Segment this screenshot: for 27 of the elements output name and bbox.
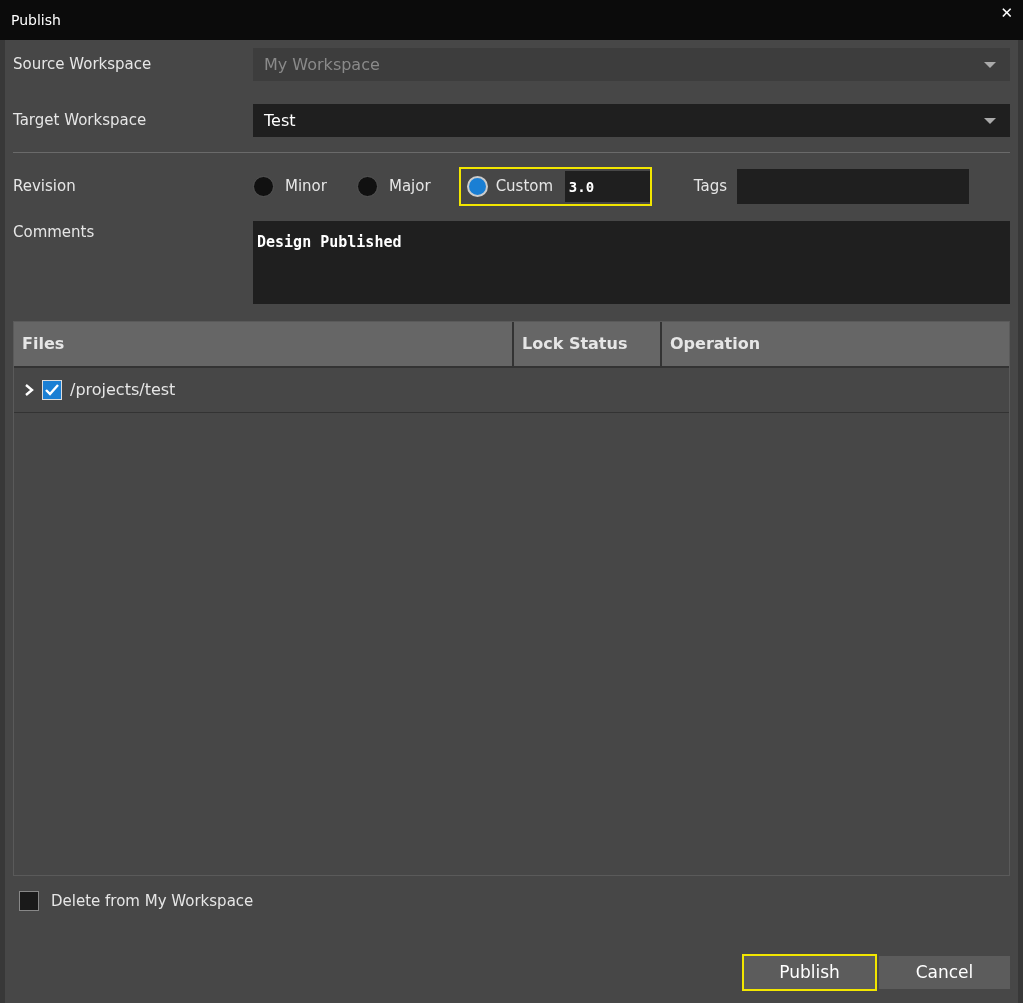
revision-field[interactable]: 3.0 (564, 171, 650, 202)
checkbox-label[interactable]: Delete from My Workspace (51, 889, 254, 912)
field-label: Source Workspace (13, 54, 153, 76)
radio-button[interactable] (253, 176, 274, 197)
radio-button[interactable] (356, 176, 378, 197)
chevron-icon[interactable] (24, 384, 34, 396)
caret-icon (984, 117, 996, 124)
caret-icon (984, 61, 996, 68)
field-label: Tags (693, 176, 728, 198)
column-header[interactable]: Operation (662, 322, 1009, 366)
dialog-button[interactable]: Publish (744, 956, 875, 989)
column-header[interactable]: Lock Status (514, 322, 662, 366)
field-label: Revision (13, 176, 77, 198)
radio-label[interactable]: Custom (495, 175, 554, 198)
file-path: /projects/test (70, 379, 176, 401)
radio-label[interactable]: Major (388, 175, 431, 198)
field-label: Target Workspace (13, 110, 148, 132)
radio-label[interactable]: Minor (285, 175, 327, 198)
close-button[interactable]: ✕ (990, 2, 1023, 25)
column-header[interactable]: Files (14, 322, 514, 366)
dialog-button[interactable]: Cancel (879, 956, 1010, 989)
comments-field[interactable]: Design Published (253, 221, 1010, 304)
window-title: Publish (11, 10, 61, 30)
workspace-dropdown[interactable]: Test (253, 104, 1010, 137)
checkbox[interactable] (19, 890, 39, 911)
field-label: Comments (13, 222, 96, 243)
tags-field[interactable] (737, 169, 970, 204)
